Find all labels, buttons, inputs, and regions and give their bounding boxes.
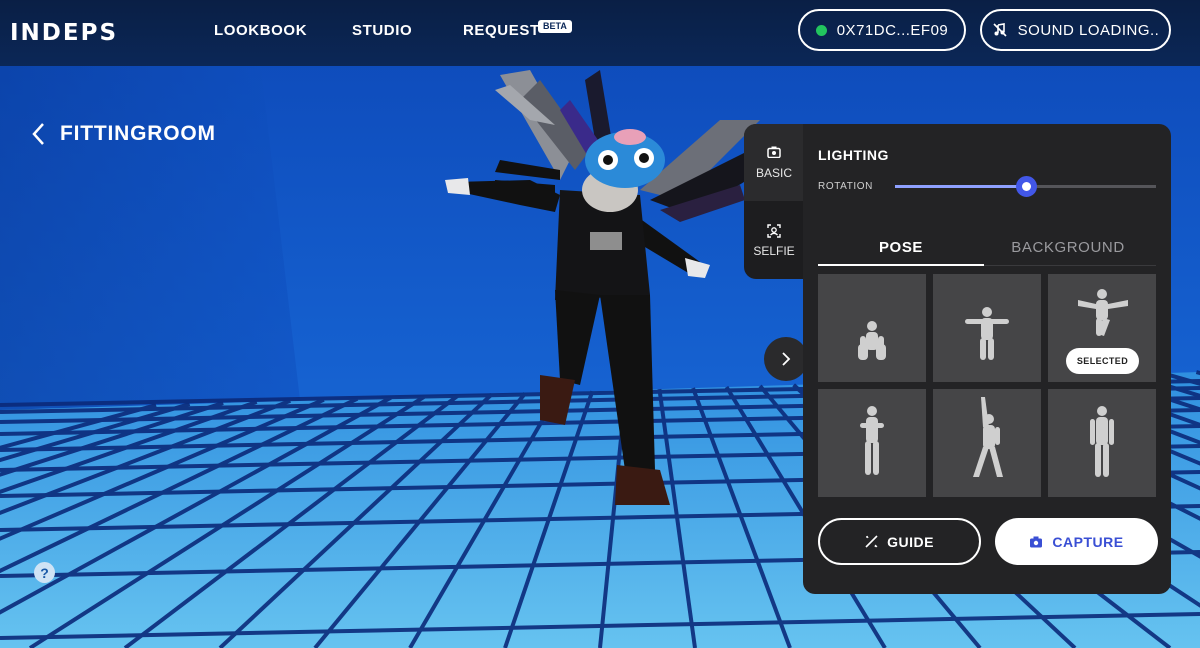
top-header: INDEPS LOOKBOOK STUDIO REQUEST BETA 0X71… bbox=[0, 0, 1200, 66]
collapse-panel-button[interactable] bbox=[764, 337, 808, 381]
rotation-label: ROTATION bbox=[818, 181, 873, 192]
svg-text:INDEPS: INDEPS bbox=[10, 20, 118, 44]
chevron-right-icon bbox=[782, 352, 791, 366]
selfie-icon bbox=[767, 223, 781, 238]
nav-studio[interactable]: STUDIO bbox=[352, 22, 412, 39]
pose-airplane[interactable]: SELECTED bbox=[1048, 274, 1156, 382]
pose-hands-clasped[interactable] bbox=[818, 389, 926, 497]
rotation-slider-fill bbox=[895, 185, 1026, 188]
nav-request[interactable]: REQUEST bbox=[463, 22, 540, 39]
rotation-slider[interactable] bbox=[895, 176, 1156, 197]
selected-badge: SELECTED bbox=[1066, 348, 1139, 374]
pose-arm-raised[interactable] bbox=[933, 389, 1041, 497]
capture-button[interactable]: CAPTURE bbox=[995, 518, 1158, 565]
back-button[interactable]: FITTINGROOM bbox=[32, 122, 216, 146]
pose-t-pose-figure bbox=[965, 307, 1009, 360]
tab-pose[interactable]: POSE bbox=[818, 239, 984, 256]
sound-off-icon bbox=[993, 23, 1007, 37]
wallet-button[interactable]: 0X71DC...EF09 bbox=[798, 9, 966, 51]
beta-badge: BETA bbox=[538, 20, 572, 33]
page-title: FITTINGROOM bbox=[60, 122, 216, 145]
question-icon: ? bbox=[40, 564, 49, 581]
pose-standing[interactable] bbox=[1048, 389, 1156, 497]
pose-arm-raised-figure bbox=[973, 397, 1003, 477]
tab-basic-label: BASIC bbox=[755, 165, 792, 180]
tab-background[interactable]: BACKGROUND bbox=[985, 239, 1151, 256]
sound-label: SOUND LOADING.. bbox=[1017, 21, 1160, 39]
active-tab-indicator bbox=[818, 264, 984, 266]
tab-selfie[interactable]: SELFIE bbox=[744, 202, 804, 279]
guide-label: GUIDE bbox=[887, 533, 934, 550]
chevron-left-icon bbox=[32, 123, 44, 145]
indeps-logo[interactable]: INDEPS bbox=[10, 18, 150, 44]
sound-button[interactable]: SOUND LOADING.. bbox=[980, 9, 1171, 51]
rotation-slider-thumb[interactable] bbox=[1015, 176, 1037, 197]
nav-lookbook[interactable]: LOOKBOOK bbox=[214, 22, 307, 39]
tab-basic[interactable]: BASIC bbox=[744, 124, 804, 201]
tab-selfie-label: SELFIE bbox=[753, 243, 795, 258]
help-button[interactable]: ? bbox=[34, 562, 55, 583]
settings-panel: LIGHTING ROTATION POSE BACKGROUND SELECT… bbox=[803, 124, 1171, 594]
pose-standing-figure bbox=[1090, 406, 1114, 477]
lighting-heading: LIGHTING bbox=[818, 147, 889, 163]
magic-wand-icon bbox=[865, 535, 878, 548]
wallet-address: 0X71DC...EF09 bbox=[836, 21, 949, 39]
pose-t-pose[interactable] bbox=[933, 274, 1041, 382]
capture-label: CAPTURE bbox=[1052, 533, 1124, 550]
mode-tabs: BASIC SELFIE bbox=[744, 124, 804, 279]
camera-icon bbox=[767, 146, 781, 158]
connected-status-dot bbox=[815, 24, 827, 36]
pose-crouch[interactable] bbox=[818, 274, 926, 382]
pose-crouch-figure bbox=[858, 321, 886, 360]
camera-icon bbox=[1030, 536, 1043, 547]
pose-hands-clasped-figure bbox=[860, 406, 884, 475]
guide-button[interactable]: GUIDE bbox=[818, 518, 981, 565]
